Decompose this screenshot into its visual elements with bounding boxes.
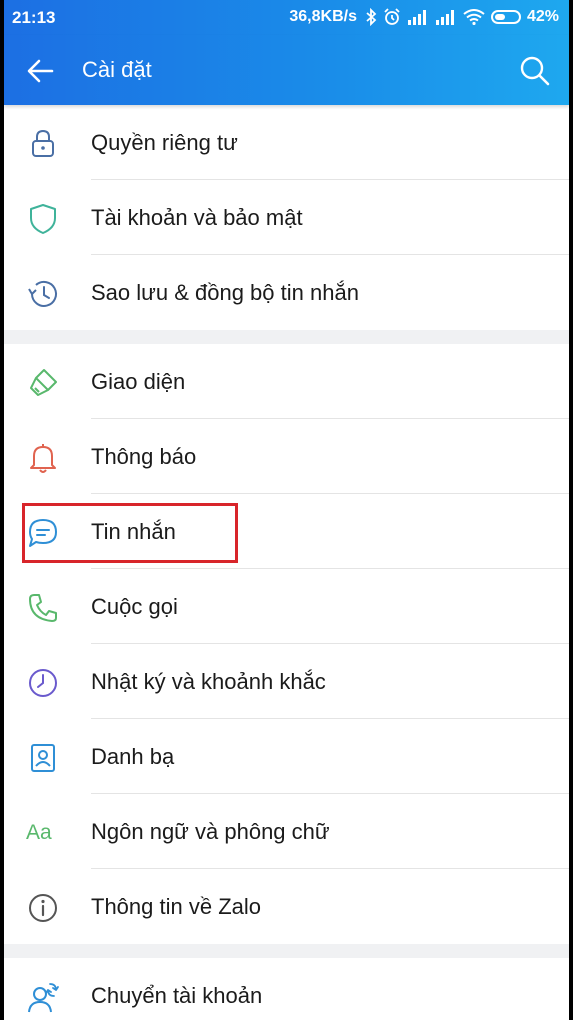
settings-item-account-security[interactable]: Tài khoản và bảo mật bbox=[4, 180, 569, 255]
font-aa-icon: Aa bbox=[26, 821, 52, 844]
settings-item-messages[interactable]: Tin nhắn bbox=[4, 494, 569, 569]
settings-item-label: Thông tin về Zalo bbox=[91, 894, 261, 919]
page-title: Cài đặt bbox=[82, 57, 152, 82]
battery-icon bbox=[490, 10, 521, 24]
settings-item-privacy[interactable]: Quyền riêng tư bbox=[4, 105, 569, 180]
clock-icon bbox=[29, 669, 57, 697]
settings-item-diary[interactable]: Nhật ký và khoảnh khắc bbox=[4, 644, 569, 719]
settings-item-label: Danh bạ bbox=[91, 744, 175, 769]
alarm-icon bbox=[384, 8, 400, 25]
chat-bubble-icon bbox=[29, 519, 57, 547]
settings-screen: 21:13 36,8KB/s 42% Cài đặt Quyền riêng t… bbox=[4, 0, 569, 1020]
settings-item-label: Sao lưu & đồng bộ tin nhắn bbox=[91, 280, 359, 305]
bluetooth-icon bbox=[366, 8, 377, 26]
section-gap bbox=[4, 330, 569, 344]
settings-item-backup-sync[interactable]: Sao lưu & đồng bộ tin nhắn bbox=[4, 255, 569, 330]
signal-icon-2 bbox=[435, 10, 454, 25]
contacts-icon bbox=[31, 744, 55, 772]
settings-item-label: Giao diện bbox=[91, 369, 186, 394]
phone-icon bbox=[29, 594, 57, 622]
lock-icon bbox=[32, 129, 54, 157]
bell-icon bbox=[30, 444, 56, 473]
wifi-icon bbox=[463, 9, 485, 25]
shield-icon bbox=[30, 204, 56, 234]
switch-account-icon bbox=[28, 983, 59, 1013]
settings-item-label: Ngôn ngữ và phông chữ bbox=[91, 819, 330, 844]
settings-item-label: Tin nhắn bbox=[91, 519, 176, 544]
status-icons: 36,8KB/s 42% bbox=[289, 8, 559, 26]
settings-item-switch-account[interactable]: Chuyển tài khoản bbox=[4, 958, 569, 1020]
network-speed: 36,8KB/s bbox=[289, 8, 357, 25]
settings-item-language-font[interactable]: Aa Ngôn ngữ và phông chữ bbox=[4, 794, 569, 869]
signal-icon bbox=[407, 10, 426, 25]
settings-item-label: Chuyển tài khoản bbox=[91, 983, 263, 1008]
info-icon bbox=[29, 894, 57, 922]
settings-item-notifications[interactable]: Thông báo bbox=[4, 419, 569, 494]
paint-brush-icon bbox=[30, 369, 57, 396]
settings-item-label: Cuộc gọi bbox=[91, 594, 178, 619]
settings-item-label: Thông báo bbox=[91, 444, 197, 469]
settings-item-label: Quyền riêng tư bbox=[91, 130, 238, 155]
arrow-left-icon[interactable] bbox=[24, 55, 56, 87]
settings-item-label: Nhật ký và khoảnh khắc bbox=[91, 669, 326, 694]
search-icon[interactable] bbox=[517, 53, 551, 87]
settings-item-label: Tài khoản và bảo mật bbox=[91, 205, 303, 230]
status-bar: 21:13 36,8KB/s 42% bbox=[4, 0, 569, 35]
settings-item-calls[interactable]: Cuộc gọi bbox=[4, 569, 569, 644]
settings-item-contacts[interactable]: Danh bạ bbox=[4, 719, 569, 794]
history-icon bbox=[28, 280, 57, 307]
status-time: 21:13 bbox=[12, 8, 56, 27]
app-bar: Cài đặt bbox=[4, 35, 569, 105]
section-gap bbox=[4, 944, 569, 958]
battery-percent: 42% bbox=[526, 8, 559, 25]
settings-item-appearance[interactable]: Giao diện bbox=[4, 344, 569, 419]
settings-item-about-zalo[interactable]: Thông tin về Zalo bbox=[4, 869, 569, 944]
settings-list: Quyền riêng tư Tài khoản và bảo mật Sao … bbox=[4, 105, 569, 1020]
